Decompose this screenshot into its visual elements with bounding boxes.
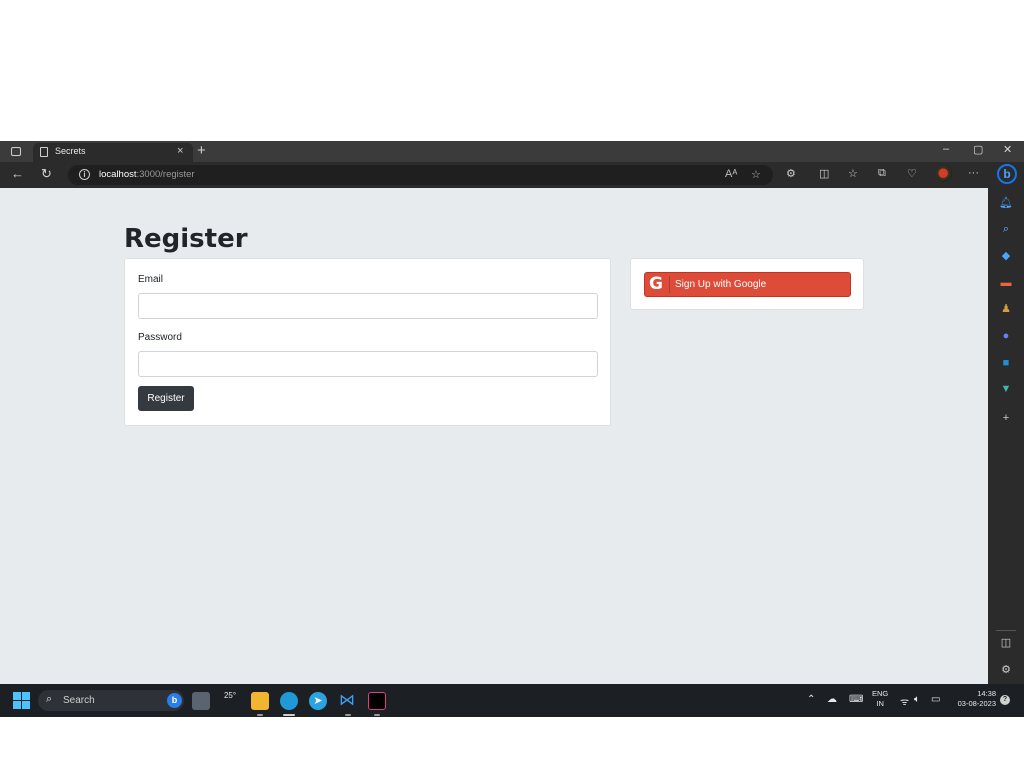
tab-title: Secrets [55,146,86,156]
language-indicator[interactable]: ENG IN [872,689,888,709]
clock[interactable]: 14:38 03-08-2023 [950,689,996,709]
tab-actions-icon[interactable] [11,147,21,156]
email-label: Email [138,274,164,285]
maximize-button[interactable]: ▢ [973,143,983,156]
lang-secondary: IN [876,699,884,708]
profile-icon[interactable] [936,166,952,182]
sidebar-divider [996,630,1016,631]
tag-icon[interactable]: ◆ [998,248,1014,264]
collections-icon[interactable]: ⧉ [878,167,886,180]
social-signup-card: G Sign Up with Google [630,258,864,310]
register-form-card: Email Password Register [124,258,611,426]
info-icon[interactable]: i [79,169,90,180]
edge-indicator [283,714,295,716]
screen: Secrets × + – ▢ ✕ ← ↻ i localhost:3000/r… [0,141,1024,717]
vscode-icon[interactable]: ⋈ [338,692,356,710]
search-icon: ⌕ [46,693,53,705]
search-icon[interactable]: ⌕ [998,221,1014,237]
settings-icon[interactable]: ⚙ [998,662,1014,678]
edge-icon[interactable] [280,692,298,710]
back-icon[interactable]: ← [11,166,24,181]
file-explorer-indicator [257,714,263,716]
notifications-icon[interactable]: ? [1000,695,1010,705]
favorite-star-icon[interactable]: ☆ [751,168,761,181]
terminal-indicator [374,714,380,716]
games-icon[interactable]: ♟ [998,301,1014,317]
page-title: Register [124,224,248,254]
lang-primary: ENG [872,689,889,698]
volume-icon[interactable]: 🔈︎ [914,694,920,705]
browser-toolbar: ← ↻ i localhost:3000/register Aᴬ ☆ ⚙ ◫ ☆… [0,162,1024,188]
more-icon[interactable]: ··· [968,167,979,179]
taskbar-search[interactable]: ⌕ Search b [38,690,184,711]
onedrive-icon[interactable]: ☁ [827,694,837,705]
add-icon[interactable]: + [998,410,1014,426]
windows-start-icon[interactable] [13,692,30,709]
email-field[interactable] [138,293,598,319]
url-text[interactable]: localhost:3000/register [99,169,195,180]
outlook-icon[interactable]: ■ [998,355,1014,371]
performance-icon[interactable]: ♡ [907,167,917,180]
google-separator [669,276,670,293]
read-aloud-icon[interactable]: Aᴬ [725,168,737,180]
edge-sidebar: 🔔︎ ⌕ ◆ ▬ ♟ ● ■ ▼ + ◫ ⚙ [988,188,1024,684]
windows-taskbar: ⌕ Search b 25° ➤ ⋈ ⌃ ☁ ⌨ ENG IN ᯤ 🔈︎ ▭ 1… [0,684,1024,717]
file-explorer-icon[interactable] [251,692,269,710]
battery-icon[interactable]: ▭ [931,694,940,705]
drop-icon[interactable]: ▼ [998,381,1014,397]
keyboard-icon[interactable]: ⌨ [849,694,863,705]
page-content: Register Email Password Register G Sign … [0,188,988,684]
bell-icon[interactable]: 🔔︎ [998,195,1014,211]
clock-date: 03-08-2023 [957,699,996,708]
office-icon[interactable]: ● [998,328,1014,344]
google-icon: G [649,274,663,294]
task-view-icon[interactable] [192,692,210,710]
telegram-icon[interactable]: ➤ [309,692,327,710]
google-signup-label: Sign Up with Google [675,279,767,290]
page-icon [40,147,48,157]
favorites-icon[interactable]: ☆ [848,167,858,180]
address-bar[interactable]: i localhost:3000/register Aᴬ ☆ [68,165,773,185]
register-button[interactable]: Register [138,386,194,411]
clock-time: 14:38 [977,689,996,698]
browser-tab[interactable]: Secrets × [33,143,193,162]
refresh-icon[interactable]: ↻ [41,166,52,182]
bing-icon: b [167,693,182,708]
password-label: Password [138,332,182,343]
terminal-icon[interactable] [368,692,386,710]
sidebar-toggle-icon[interactable]: ◫ [998,635,1014,651]
minimize-button[interactable]: – [943,143,949,155]
google-signup-button[interactable]: G Sign Up with Google [644,272,851,297]
tray-chevron-icon[interactable]: ⌃ [807,694,815,705]
url-host: localhost [99,169,137,180]
weather-icon[interactable]: 25° [221,692,239,710]
search-placeholder: Search [63,695,95,706]
vscode-indicator [345,714,351,716]
wifi-icon[interactable]: ᯤ [900,694,909,708]
tab-close-icon[interactable]: × [177,145,183,157]
close-window-button[interactable]: ✕ [1003,143,1012,156]
extensions-icon[interactable]: ⚙ [786,167,796,180]
url-path: :3000/register [136,169,195,180]
browser-tab-bar: Secrets × + – ▢ ✕ [0,141,1024,162]
password-field[interactable] [138,351,598,377]
split-screen-icon[interactable]: ◫ [819,167,829,180]
weather-temp: 25° [223,691,237,700]
bing-icon[interactable]: b [997,164,1017,184]
toolbox-icon[interactable]: ▬ [998,275,1014,291]
new-tab-button[interactable]: + [197,142,206,159]
